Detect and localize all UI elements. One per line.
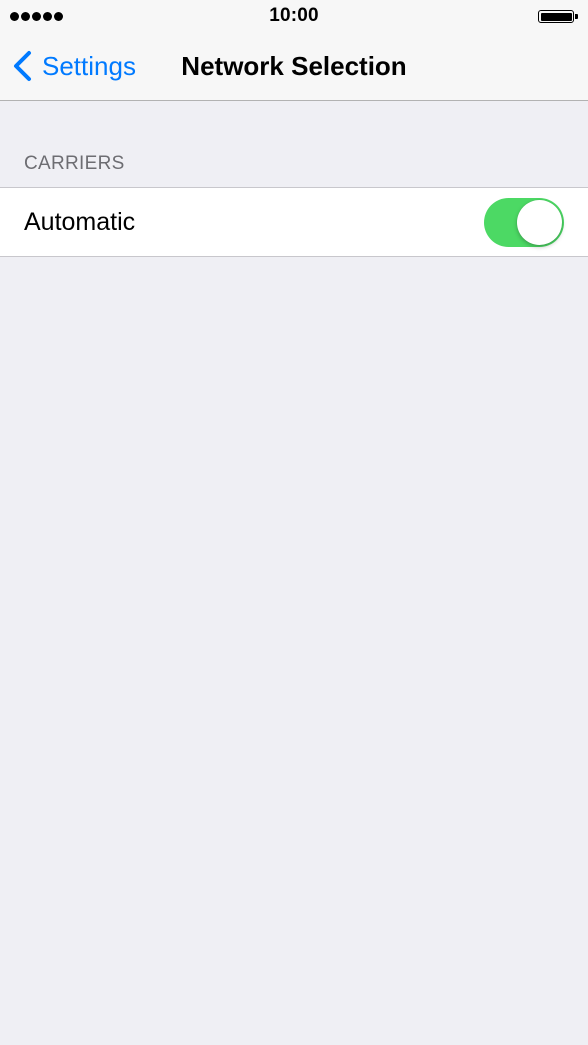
page-title: Network Selection	[181, 51, 407, 81]
status-time: 10:00	[269, 5, 319, 26]
automatic-toggle[interactable]	[484, 198, 564, 247]
section-header-carriers: CARRIERS	[24, 153, 125, 174]
battery-icon	[538, 10, 578, 23]
automatic-cell: Automatic	[0, 187, 588, 257]
back-button[interactable]: Settings	[10, 48, 136, 84]
navigation-bar: Settings Network Selection	[0, 32, 588, 101]
automatic-label: Automatic	[24, 208, 136, 236]
back-label: Settings	[42, 51, 136, 81]
settings-screen: 10:00 Settings Network Selection CARRIER…	[0, 0, 588, 1045]
chevron-left-icon	[14, 51, 31, 81]
battery-fill	[540, 12, 572, 21]
toggle-knob	[517, 200, 562, 245]
status-bar: 10:00	[0, 0, 588, 32]
